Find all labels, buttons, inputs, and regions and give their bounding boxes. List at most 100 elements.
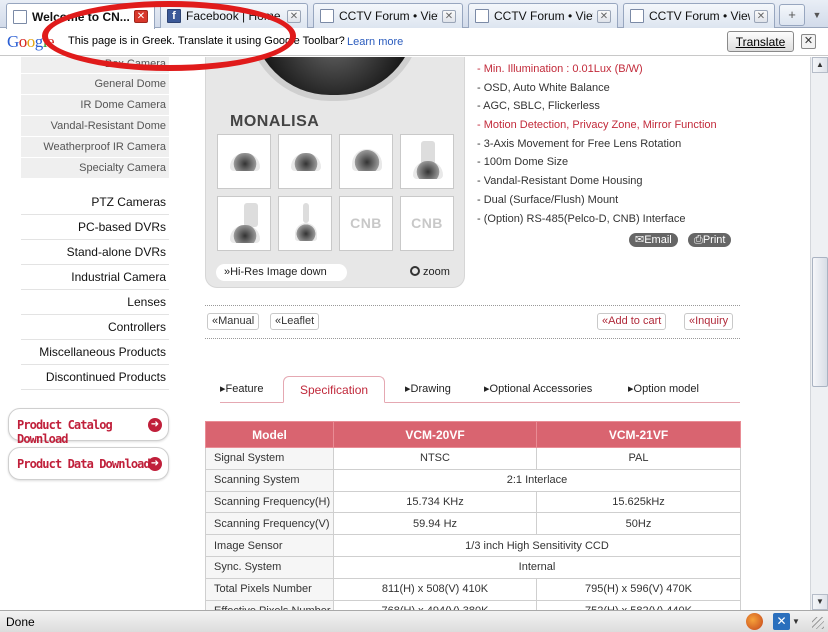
sidebar-item-weatherproof-ir-camera[interactable]: Weatherproof IR Camera bbox=[21, 137, 169, 158]
column-header: Model bbox=[205, 421, 334, 448]
manual-link[interactable]: «Manual bbox=[207, 313, 260, 330]
product-thumbnail-placeholder: CNB bbox=[400, 196, 454, 251]
add-to-cart-link[interactable]: «Add to cart bbox=[597, 313, 667, 330]
row-label: Sync. System bbox=[205, 555, 334, 579]
tab-feature[interactable]: ▸Feature bbox=[220, 376, 263, 402]
feature-item: - Motion Detection, Privacy Zone, Mirror… bbox=[477, 119, 717, 132]
sidebar-item-discontinued-products[interactable]: Discontinued Products bbox=[21, 365, 169, 390]
specification-table: Model VCM-20VF VCM-21VF Signal System NT… bbox=[205, 421, 741, 610]
chevron-down-icon[interactable]: ▼ bbox=[792, 617, 800, 626]
close-icon[interactable]: ✕ bbox=[442, 9, 456, 23]
product-thumbnail[interactable] bbox=[217, 134, 271, 189]
table-row: Total Pixels Number 811(H) x 508(V) 410K… bbox=[205, 577, 741, 601]
zoom-button[interactable]: zoom bbox=[410, 264, 450, 280]
tab-optional-accessories[interactable]: ▸Optional Accessories bbox=[484, 376, 592, 402]
new-tab-button[interactable]: + bbox=[779, 4, 805, 26]
sidebar-item-miscellaneous-products[interactable]: Miscellaneous Products bbox=[21, 340, 169, 365]
close-icon[interactable]: ✕ bbox=[801, 34, 816, 49]
learn-more-link[interactable]: Learn more bbox=[347, 36, 403, 48]
divider bbox=[205, 338, 740, 339]
close-icon[interactable]: ✕ bbox=[754, 9, 768, 23]
sidebar-item-ir-dome-camera[interactable]: IR Dome Camera bbox=[21, 95, 169, 116]
scroll-down-icon[interactable]: ▼ bbox=[812, 594, 828, 610]
product-thumbnail[interactable] bbox=[278, 134, 332, 189]
tab-cctv-forum-1[interactable]: CCTV Forum • View... ✕ bbox=[313, 3, 463, 28]
product-thumbnail[interactable] bbox=[217, 196, 271, 251]
table-cell: 50Hz bbox=[536, 512, 741, 536]
feature-item: - OSD, Auto White Balance bbox=[477, 81, 610, 94]
translate-message: This page is in Greek. Translate it usin… bbox=[68, 35, 345, 47]
table-header-row: Model VCM-20VF VCM-21VF bbox=[205, 421, 741, 448]
tab-welcome-cnb[interactable]: Welcome to CN... ✕ bbox=[6, 3, 155, 29]
table-cell: 2:1 Interlace bbox=[333, 468, 741, 492]
table-row: Scanning System 2:1 Interlace bbox=[205, 468, 741, 492]
translate-button[interactable]: Translate bbox=[727, 31, 794, 52]
sidebar-item-controllers[interactable]: Controllers bbox=[21, 315, 169, 340]
dome-camera-icon bbox=[413, 161, 443, 179]
tab-cctv-forum-3[interactable]: CCTV Forum • View... ✕ bbox=[623, 3, 775, 28]
detail-tabs: ▸Feature Specification ▸Drawing ▸Optiona… bbox=[220, 376, 740, 403]
tab-specification[interactable]: Specification bbox=[283, 376, 386, 403]
arrow-right-icon: ➜ bbox=[148, 457, 162, 471]
page-icon bbox=[13, 9, 27, 24]
feature-item: - 3-Axis Movement for Free Lens Rotation bbox=[477, 137, 682, 150]
divider bbox=[205, 305, 740, 306]
product-data-download-button[interactable]: Product Data Download ➜ bbox=[8, 447, 169, 480]
resize-grip-icon[interactable] bbox=[812, 617, 824, 629]
tab-list-icon[interactable]: ▼ bbox=[808, 4, 826, 26]
feature-item: - Min. Illumination : 0.01Lux (B/W) bbox=[477, 63, 643, 75]
close-icon[interactable]: ✕ bbox=[134, 10, 148, 23]
product-thumbnail[interactable] bbox=[400, 134, 454, 189]
inquiry-link[interactable]: «Inquiry bbox=[684, 313, 734, 330]
browser-window: Welcome to CN... ✕ f Facebook | Home ✕ C… bbox=[0, 0, 828, 632]
firefox-icon[interactable] bbox=[746, 613, 763, 630]
zoom-label: zoom bbox=[423, 266, 450, 278]
sidebar-item-pc-based-dvrs[interactable]: PC-based DVRs bbox=[21, 215, 169, 240]
hi-res-image-download-button[interactable]: »Hi-Res Image down bbox=[216, 264, 347, 281]
feature-item: - (Option) RS-485(Pelco-D, CNB) Interfac… bbox=[477, 212, 686, 225]
product-image-panel: MONALISA CNB CNB »Hi-Res Image down zoom bbox=[205, 57, 465, 288]
tab-title: Welcome to CN... bbox=[32, 9, 130, 24]
product-thumbnail[interactable] bbox=[278, 196, 332, 251]
tab-title: CCTV Forum • View... bbox=[339, 9, 438, 23]
envelope-icon: ✉ bbox=[635, 234, 645, 246]
sidebar-item-specialty-camera[interactable]: Specialty Camera bbox=[21, 158, 169, 179]
print-button[interactable]: ⎙Print bbox=[688, 233, 732, 247]
table-row: Effective Pixels Number 768(H) x 494(V) … bbox=[205, 599, 741, 610]
dome-camera-icon bbox=[295, 223, 317, 241]
sidebar-item-general-dome[interactable]: General Dome bbox=[21, 74, 169, 95]
row-label: Effective Pixels Number bbox=[205, 599, 334, 610]
extension-icon[interactable]: ✕ bbox=[773, 613, 790, 630]
table-cell: PAL bbox=[536, 447, 741, 470]
sidebar-item-ptz-cameras[interactable]: PTZ Cameras bbox=[21, 190, 169, 215]
sidebar-item-lenses[interactable]: Lenses bbox=[21, 290, 169, 315]
vertical-scrollbar[interactable]: ▲ ▼ bbox=[810, 57, 828, 610]
tab-facebook[interactable]: f Facebook | Home ✕ bbox=[160, 3, 308, 28]
table-cell: 59.94 Hz bbox=[333, 512, 537, 536]
product-catalog-download-button[interactable]: Product Catalog Download ➜ bbox=[8, 408, 169, 446]
feature-list: - Min. Illumination : 0.01Lux (B/W) - OS… bbox=[477, 63, 747, 231]
tab-drawing[interactable]: ▸Drawing bbox=[405, 376, 451, 402]
email-button[interactable]: ✉Email bbox=[629, 233, 678, 247]
page-icon bbox=[630, 9, 644, 23]
table-cell: Internal bbox=[333, 555, 741, 579]
scroll-up-icon[interactable]: ▲ bbox=[812, 57, 828, 73]
close-icon[interactable]: ✕ bbox=[597, 9, 611, 23]
close-icon[interactable]: ✕ bbox=[287, 9, 301, 23]
sidebar-item-stand-alone-dvrs[interactable]: Stand-alone DVRs bbox=[21, 240, 169, 265]
tab-cctv-forum-2[interactable]: CCTV Forum • View... ✕ bbox=[468, 3, 618, 28]
sidebar-item-vandal-resistant-dome[interactable]: Vandal-Resistant Dome bbox=[21, 116, 169, 137]
table-row: Image Sensor 1/3 inch High Sensitivity C… bbox=[205, 534, 741, 557]
tab-option-model[interactable]: ▸Option model bbox=[628, 376, 699, 402]
table-cell: 811(H) x 508(V) 410K bbox=[333, 577, 537, 601]
download-label: Product Data Download bbox=[17, 457, 151, 471]
product-thumbnail-placeholder: CNB bbox=[339, 196, 393, 251]
scrollbar-thumb[interactable] bbox=[812, 257, 828, 387]
table-cell: 768(H) x 494(V) 380K bbox=[333, 599, 537, 610]
feature-item: - AGC, SBLC, Flickerless bbox=[477, 100, 600, 113]
product-thumbnail[interactable] bbox=[339, 134, 393, 189]
cnb-logo: CNB bbox=[350, 215, 382, 231]
leaflet-link[interactable]: «Leaflet bbox=[270, 313, 320, 330]
sidebar-item-industrial-camera[interactable]: Industrial Camera bbox=[21, 265, 169, 290]
sidebar-item-box-camera[interactable]: Box Camera bbox=[21, 57, 169, 74]
